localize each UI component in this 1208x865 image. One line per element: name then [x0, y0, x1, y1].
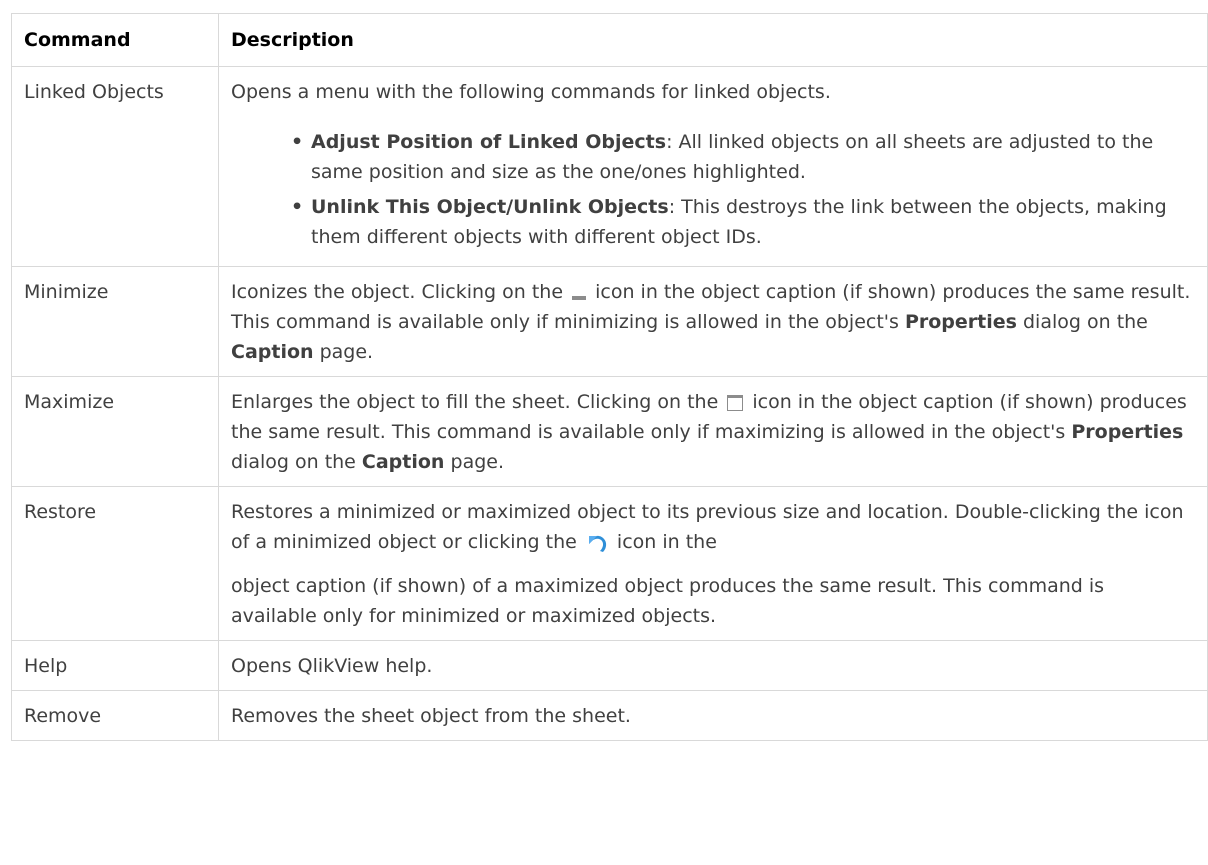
- command-cell: Linked Objects: [11, 66, 219, 267]
- description-cell: Opens QlikView help.: [218, 640, 1208, 691]
- commands-table: Command Description Linked Objects Opens…: [11, 13, 1208, 741]
- description-cell: Removes the sheet object from the sheet.: [218, 690, 1208, 741]
- table-header-row: Command Description: [11, 13, 1208, 67]
- command-cell: Maximize: [11, 376, 219, 487]
- command-cell: Restore: [11, 486, 219, 641]
- minimize-icon: [572, 285, 587, 301]
- list-item: • Adjust Position of Linked Objects: All …: [291, 131, 1154, 183]
- list-item: • Unlink This Object/Unlink Objects: This…: [291, 196, 1167, 248]
- maximize-icon: [727, 394, 744, 411]
- command-cell: Remove: [11, 690, 219, 741]
- bullet-list: • Adjust Position of Linked Objects: All …: [231, 127, 1193, 252]
- header-command: Command: [11, 13, 219, 67]
- restore-icon: [586, 532, 608, 554]
- table-row: Help Opens QlikView help.: [11, 640, 1208, 691]
- command-cell: Help: [11, 640, 219, 691]
- description-text: Opens a menu with the following commands…: [231, 81, 831, 103]
- description-cell: Iconizes the object. Clicking on the ico…: [218, 266, 1208, 377]
- description-cell: Restores a minimized or maximized object…: [218, 486, 1208, 641]
- term: Adjust Position of Linked Objects: [311, 131, 667, 153]
- command-cell: Minimize: [11, 266, 219, 377]
- table-row: Maximize Enlarges the object to fill the…: [11, 376, 1208, 487]
- header-description: Description: [218, 13, 1208, 67]
- description-cell: Enlarges the object to fill the sheet. C…: [218, 376, 1208, 487]
- table-row: Remove Removes the sheet object from the…: [11, 690, 1208, 741]
- description-cell: Opens a menu with the following commands…: [218, 66, 1208, 267]
- term: Unlink This Object/Unlink Objects: [311, 196, 669, 218]
- table-row: Linked Objects Opens a menu with the fol…: [11, 66, 1208, 267]
- table-row: Restore Restores a minimized or maximize…: [11, 486, 1208, 641]
- table-row: Minimize Iconizes the object. Clicking o…: [11, 266, 1208, 377]
